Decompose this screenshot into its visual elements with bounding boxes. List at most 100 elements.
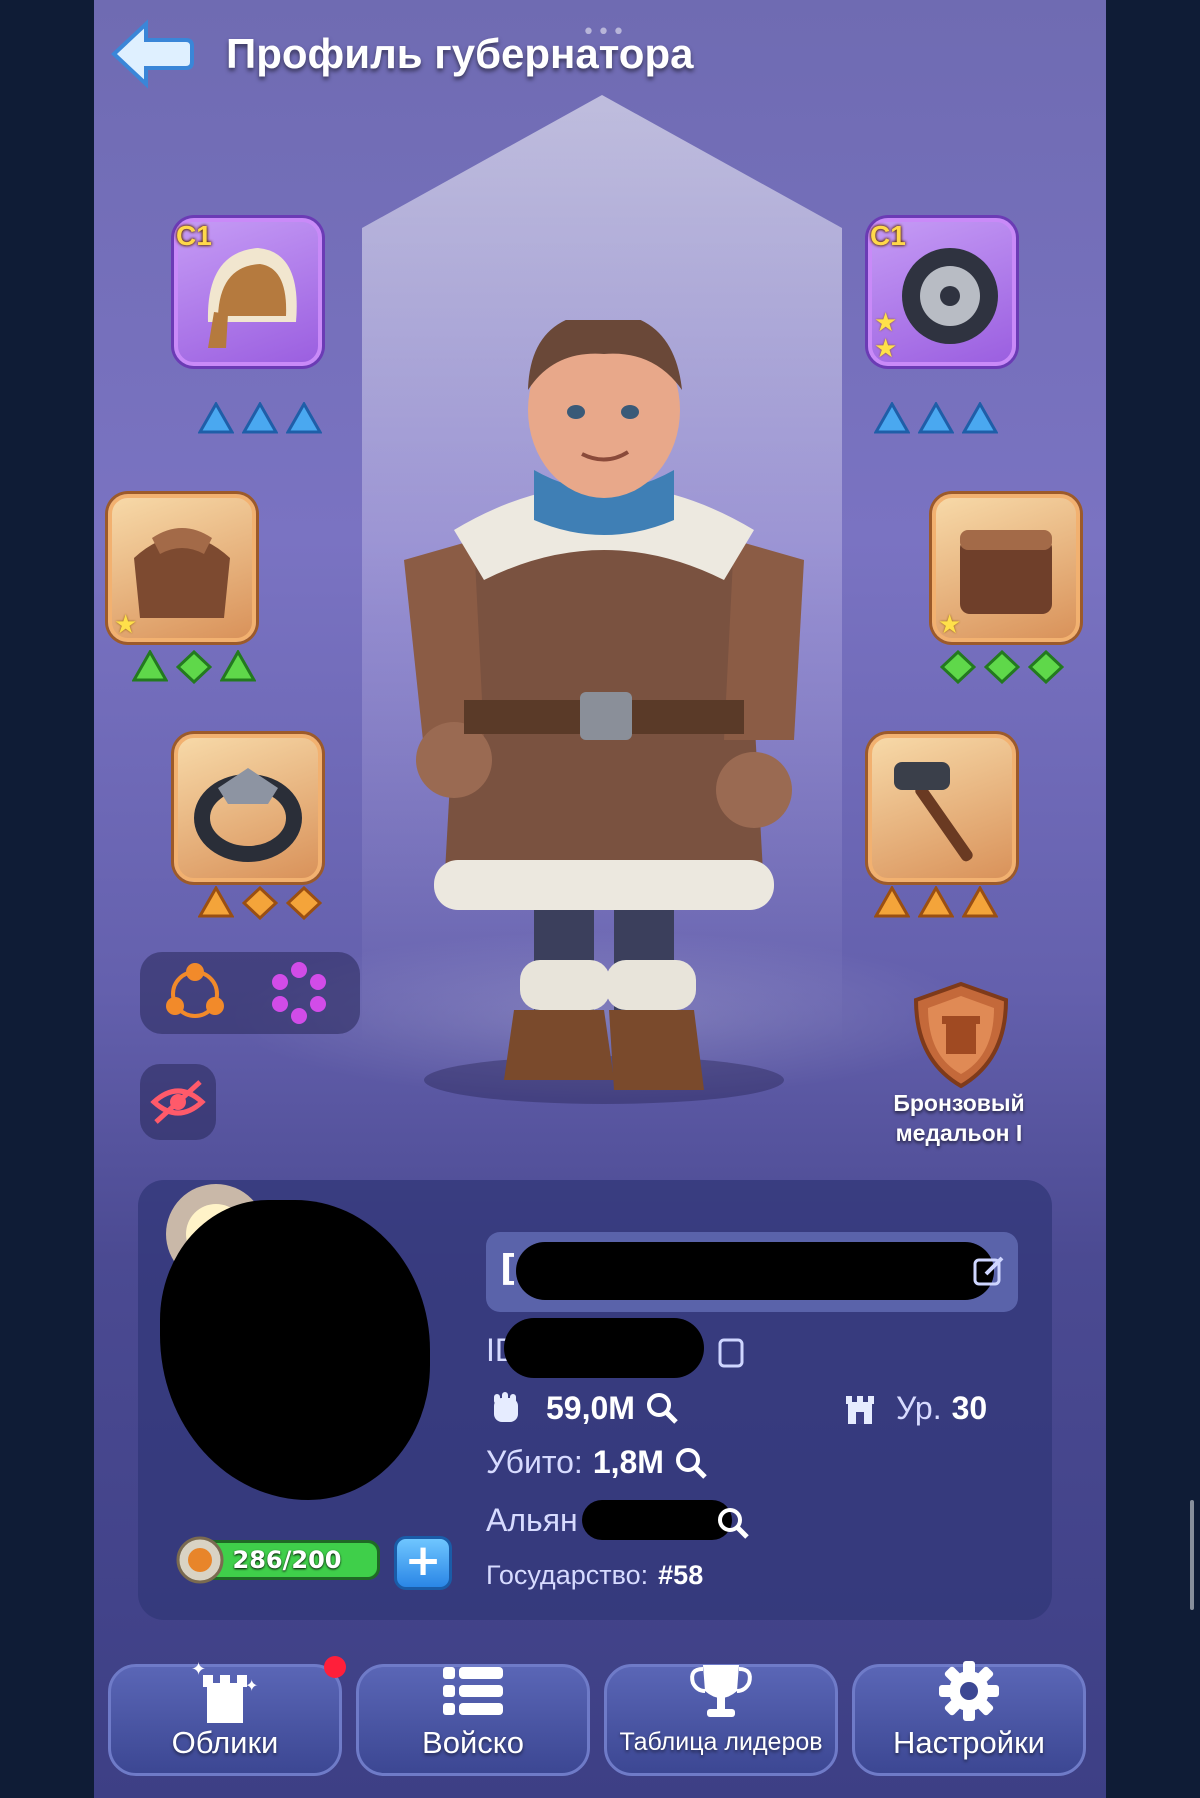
list-icon	[443, 1667, 503, 1715]
hide-equipment-button[interactable]	[140, 1064, 216, 1140]
gem-sockets-wheel	[874, 402, 998, 436]
back-button[interactable]	[106, 16, 196, 92]
edit-icon[interactable]	[972, 1254, 1006, 1288]
state-stat: Государство: #58	[486, 1560, 703, 1591]
set-toggle-panel	[140, 952, 360, 1034]
nav-skins-button[interactable]: ✦ ✦ Облики	[108, 1659, 342, 1776]
orange-gem-icon	[918, 886, 954, 918]
alliance-label: Альян	[486, 1502, 578, 1538]
page-title: Профиль губернатора	[226, 30, 694, 77]
fist-power-icon	[494, 1392, 518, 1422]
killed-search-icon[interactable]	[674, 1446, 708, 1480]
blue-gem-icon	[242, 402, 278, 434]
green-gem-icon	[984, 650, 1020, 684]
tier-badge: C1	[870, 220, 906, 251]
orange-gem-icon	[198, 886, 234, 918]
ring-icon	[174, 734, 322, 882]
star-icon: ★	[114, 610, 138, 640]
star-rating: ★	[114, 612, 137, 638]
gem-sockets-tool	[874, 886, 998, 920]
name-prefix: [	[500, 1248, 517, 1289]
level-label: Ур.	[896, 1389, 942, 1426]
nav-leaderboard-button[interactable]: Таблица лидеров	[604, 1664, 838, 1776]
equipment-slot-ring[interactable]	[174, 734, 322, 882]
nav-settings-button[interactable]: Настройки	[852, 1661, 1086, 1776]
level-value: 30	[951, 1389, 988, 1426]
castle-stars-icon: ✦ ✦	[191, 1659, 258, 1723]
green-gem-icon	[132, 650, 168, 682]
nav-army-button[interactable]: Войско	[356, 1664, 590, 1776]
equipment-slot-coat[interactable]: ★	[108, 494, 256, 642]
equipment-slot-hat[interactable]: C1	[174, 218, 322, 366]
green-gem-icon	[176, 650, 212, 684]
redacted-avatar	[160, 1200, 430, 1500]
tool-icon	[868, 734, 1016, 882]
orange-gem-icon	[874, 886, 910, 918]
redacted-id	[504, 1318, 704, 1378]
blue-gem-icon	[286, 402, 322, 434]
power-search-icon[interactable]	[645, 1391, 679, 1425]
three-node-set-icon[interactable]	[160, 960, 230, 1026]
stamina-text: 286/200	[232, 1546, 342, 1574]
nav-settings-label: Настройки	[892, 1725, 1045, 1760]
gem-sockets-pants	[940, 650, 1064, 684]
gem-sockets-ring	[198, 886, 322, 920]
green-gem-icon	[220, 650, 256, 682]
redacted-alliance	[582, 1500, 732, 1540]
svg-text:✦: ✦	[191, 1659, 206, 1680]
star-rating: ★	[938, 612, 961, 638]
governor-character	[404, 320, 804, 1104]
killed-stat: Убито: 1,8M	[486, 1444, 708, 1481]
trophy-icon	[690, 1665, 752, 1717]
alliance-search-icon[interactable]	[716, 1506, 750, 1540]
nav-skins-label: Облики	[171, 1725, 279, 1760]
avatar[interactable]	[160, 1184, 430, 1510]
blue-gem-icon	[874, 402, 910, 434]
level-stat: Ур. 30	[840, 1388, 987, 1428]
gem-sockets-hat	[198, 402, 322, 436]
killed-label: Убито:	[486, 1444, 583, 1480]
svg-text:✦: ✦	[245, 1676, 258, 1695]
equipment-slot-pants[interactable]: ★	[932, 494, 1080, 642]
copy-icon[interactable]	[714, 1336, 748, 1370]
orange-gem-icon	[242, 886, 278, 920]
nav-leaderboard-label: Таблица лидеров	[619, 1728, 823, 1756]
star-icon: ★	[938, 610, 962, 640]
castle-icon	[846, 1396, 874, 1424]
notification-dot	[324, 1656, 346, 1678]
eye-off-icon	[150, 1080, 206, 1124]
gear-icon	[939, 1661, 999, 1721]
redacted-name	[516, 1242, 994, 1300]
killed-value: 1,8M	[592, 1444, 664, 1480]
governor-name-field[interactable]: [	[486, 1232, 1018, 1312]
shield-medal-icon	[913, 981, 1009, 1089]
bronze-medal-badge[interactable]	[906, 980, 1016, 1090]
orange-gem-icon	[286, 886, 322, 920]
state-label: Государство:	[486, 1560, 649, 1590]
blue-gem-icon	[198, 402, 234, 434]
star-icon: ★	[874, 308, 898, 338]
blue-gem-icon	[918, 402, 954, 434]
star-icon: ★	[874, 334, 898, 364]
gem-sockets-coat	[132, 650, 256, 684]
equipment-slot-wheel[interactable]: C1 ★ ★	[868, 218, 1016, 366]
scrollbar[interactable]	[1190, 1500, 1194, 1610]
medal-label: Бронзовый медальон I	[893, 1090, 1025, 1146]
governor-profile-screen: ••• Профиль губернатора C1 C1 ★ ★ ★ ★ Бр…	[94, 0, 1106, 1798]
equipment-slot-tool[interactable]	[868, 734, 1016, 882]
blue-gem-icon	[962, 402, 998, 434]
nav-army-label: Войско	[422, 1725, 524, 1760]
stamina-can-icon	[176, 1536, 224, 1584]
state-value: #58	[658, 1560, 704, 1590]
add-stamina-button[interactable]: +	[394, 1536, 452, 1590]
green-gem-icon	[1028, 650, 1064, 684]
six-node-set-icon[interactable]	[264, 960, 334, 1026]
tier-badge: C1	[176, 220, 212, 251]
orange-gem-icon	[962, 886, 998, 918]
alliance-stat: Альян	[486, 1502, 578, 1539]
star-rating: ★ ★	[874, 310, 897, 362]
green-gem-icon	[940, 650, 976, 684]
power-value: 59,0M	[546, 1389, 635, 1426]
back-arrow-icon	[111, 19, 194, 89]
power-stat: 59,0M	[486, 1388, 679, 1428]
